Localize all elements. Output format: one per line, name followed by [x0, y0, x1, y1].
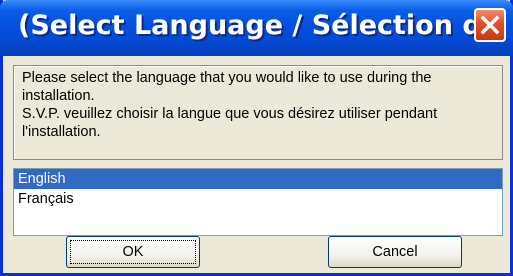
- instruction-text: Please select the language that you woul…: [13, 65, 503, 160]
- language-option-french[interactable]: Français: [14, 189, 502, 209]
- close-button[interactable]: [474, 8, 506, 42]
- instruction-french: S.V.P. veuillez choisir la langue que vo…: [22, 106, 438, 140]
- title-bar[interactable]: (Select Language / Sélection d..: [0, 0, 513, 56]
- window-title: (Select Language / Sélection d..: [18, 10, 503, 41]
- cancel-button-label: Cancel: [372, 244, 418, 260]
- language-listbox[interactable]: English Français: [13, 168, 503, 236]
- ok-button[interactable]: OK: [66, 236, 200, 268]
- close-icon: [480, 15, 500, 35]
- language-dialog: (Select Language / Sélection d.. Please …: [0, 0, 513, 276]
- language-option-english[interactable]: English: [14, 169, 502, 189]
- focus-ring: [70, 240, 196, 264]
- instruction-english: Please select the language that you woul…: [22, 70, 432, 104]
- cancel-button[interactable]: Cancel: [328, 236, 462, 268]
